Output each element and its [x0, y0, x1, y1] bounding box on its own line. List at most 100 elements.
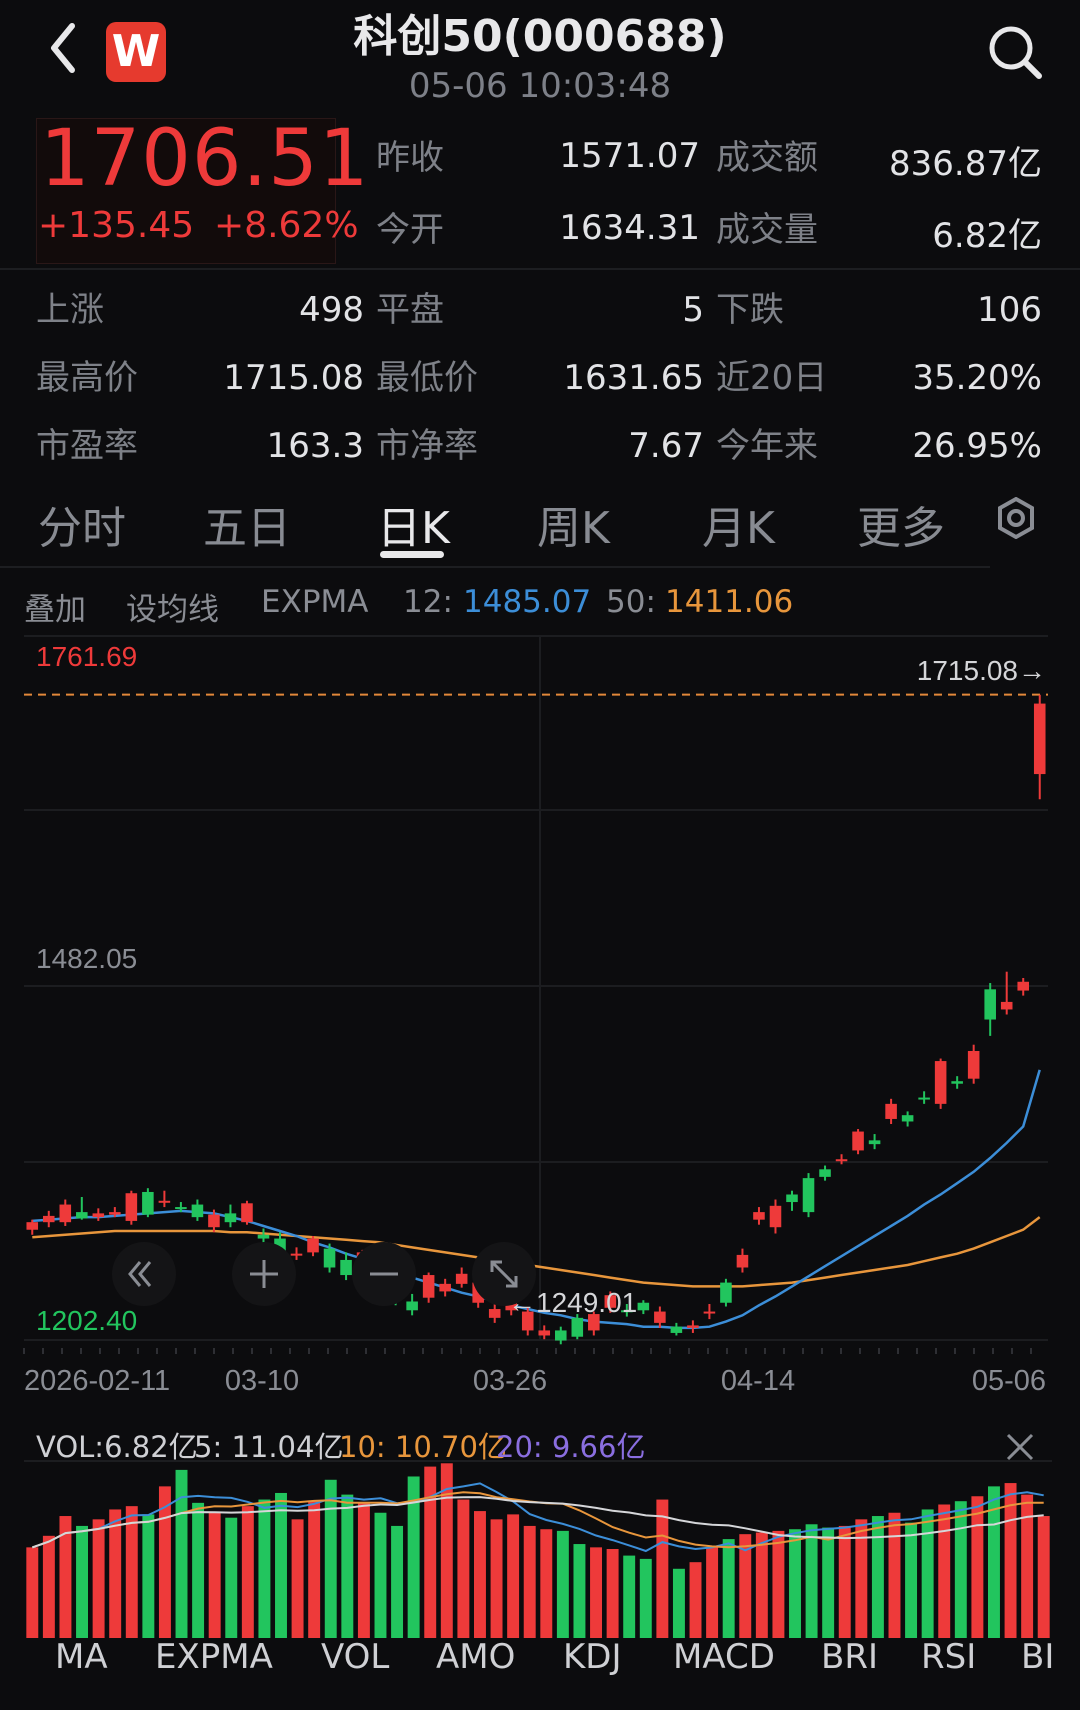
indicator-tab-amo[interactable]: AMO: [436, 1637, 515, 1677]
volume-bar: [755, 1532, 768, 1638]
stat-label: 今年来: [716, 426, 818, 466]
candle-body: [736, 1254, 749, 1268]
candle-body: [951, 1081, 963, 1084]
expand-arrows-icon: [490, 1260, 518, 1288]
prev-close-value: 1571.07: [559, 136, 700, 176]
candle-body: [984, 989, 996, 1020]
tab-daily-k[interactable]: 日K: [377, 492, 450, 556]
volume-bar: [241, 1506, 254, 1638]
stat-value: 26.95%: [912, 426, 1042, 466]
volume-bar: [573, 1544, 586, 1638]
indicator-tab-expma[interactable]: EXPMA: [155, 1637, 273, 1677]
stat-label: 下跌: [716, 290, 784, 330]
candle-body: [1033, 703, 1046, 775]
indicator-tab-rsi[interactable]: RSI: [921, 1637, 976, 1677]
candle-body: [455, 1273, 468, 1284]
tab-monthly-k[interactable]: 月K: [702, 492, 775, 556]
stat-label: 最高价: [36, 358, 138, 398]
volume-bar: [473, 1511, 486, 1638]
close-icon[interactable]: [1005, 1432, 1035, 1462]
volume-bar: [341, 1494, 354, 1638]
volume-bar: [606, 1549, 619, 1638]
stat-value: 163.3: [266, 426, 364, 466]
tab-weekly-k[interactable]: 周K: [537, 492, 610, 556]
candle-body: [868, 1140, 881, 1145]
volume-bar: [871, 1516, 884, 1638]
stat-label: 市盈率: [36, 426, 138, 466]
stat-value: 1715.08: [223, 358, 364, 398]
candle-body: [208, 1214, 220, 1228]
volume-bar: [275, 1492, 287, 1638]
candle-body: [191, 1204, 204, 1218]
volume-label: 成交量: [716, 210, 818, 250]
indicator-tab-ma[interactable]: MA: [55, 1637, 108, 1677]
volume-bar: [523, 1525, 536, 1638]
candle-body: [92, 1213, 105, 1218]
overlay-button[interactable]: 叠加: [24, 584, 86, 629]
indicator-tab-vol[interactable]: VOL: [321, 1637, 389, 1677]
divider: [0, 566, 990, 568]
volume-bar: [457, 1499, 470, 1638]
stat-value: 7.67: [628, 426, 704, 466]
candle-body: [158, 1200, 171, 1203]
volume-bar: [92, 1519, 105, 1638]
gear-icon[interactable]: [995, 497, 1037, 539]
tab-intraday[interactable]: 分时: [38, 492, 126, 556]
candle-body: [538, 1330, 551, 1336]
volume-bar: [490, 1519, 503, 1638]
zoom-in-button[interactable]: [232, 1242, 296, 1306]
indicator-tab-kdj[interactable]: KDJ: [563, 1637, 622, 1677]
volume-bar: [109, 1509, 122, 1638]
stat-value: 5: [682, 290, 704, 330]
volume-bar: [192, 1502, 205, 1638]
minus-icon: [370, 1272, 398, 1276]
volume-bar: [905, 1522, 918, 1638]
volume-bar: [424, 1466, 437, 1638]
indicator-name: EXPMA: [261, 584, 369, 620]
candle-body: [175, 1207, 187, 1210]
x-axis-date-label: 04-14: [721, 1365, 795, 1397]
tab-more[interactable]: 更多: [857, 492, 945, 556]
scroll-left-button[interactable]: [112, 1242, 176, 1306]
candle-body: [142, 1191, 154, 1215]
volume-bar: [805, 1524, 818, 1638]
volume-bar: [225, 1517, 238, 1638]
candle-body: [934, 1061, 947, 1104]
candle-body: [125, 1193, 138, 1221]
volume-bar: [789, 1529, 801, 1638]
volume-bar: [308, 1501, 321, 1638]
fullscreen-button[interactable]: [472, 1242, 536, 1306]
ema50-label: 50:: [606, 584, 656, 620]
quote-timestamp: 05-06 10:03:48: [408, 66, 672, 106]
candle-body: [76, 1212, 88, 1219]
stat-label: 近20日: [716, 358, 828, 398]
volume-bar: [590, 1547, 603, 1638]
search-icon[interactable]: [985, 22, 1045, 82]
candle-body: [918, 1097, 930, 1100]
tab-five-day[interactable]: 五日: [203, 492, 291, 556]
turnover-label: 成交额: [716, 138, 818, 178]
volume-bar: [1037, 1516, 1050, 1638]
candle-body: [901, 1115, 914, 1122]
set-ma-button[interactable]: 设均线: [126, 584, 219, 629]
indicator-tab-bi[interactable]: BI: [1021, 1637, 1054, 1677]
candle-body: [769, 1205, 782, 1228]
open-value: 1634.31: [559, 208, 700, 248]
ema12-label: 12:: [403, 584, 453, 620]
volume-bar: [324, 1479, 337, 1638]
volume-bar: [971, 1496, 984, 1638]
candle-body: [1017, 981, 1030, 991]
candle-body: [422, 1275, 435, 1298]
volume-bar: [822, 1527, 835, 1638]
current-price: 1706.51: [40, 114, 370, 204]
indicator-tab-bri[interactable]: BRI: [821, 1637, 878, 1677]
candle-body: [1000, 1001, 1013, 1010]
candle-body: [637, 1302, 650, 1311]
volume-bar: [672, 1568, 685, 1638]
volume-bar: [142, 1514, 155, 1638]
candle-body: [703, 1311, 716, 1314]
divider: [0, 268, 1080, 270]
zoom-out-button[interactable]: [352, 1242, 416, 1306]
volume-bar: [76, 1525, 89, 1638]
indicator-tab-macd[interactable]: MACD: [673, 1637, 775, 1677]
